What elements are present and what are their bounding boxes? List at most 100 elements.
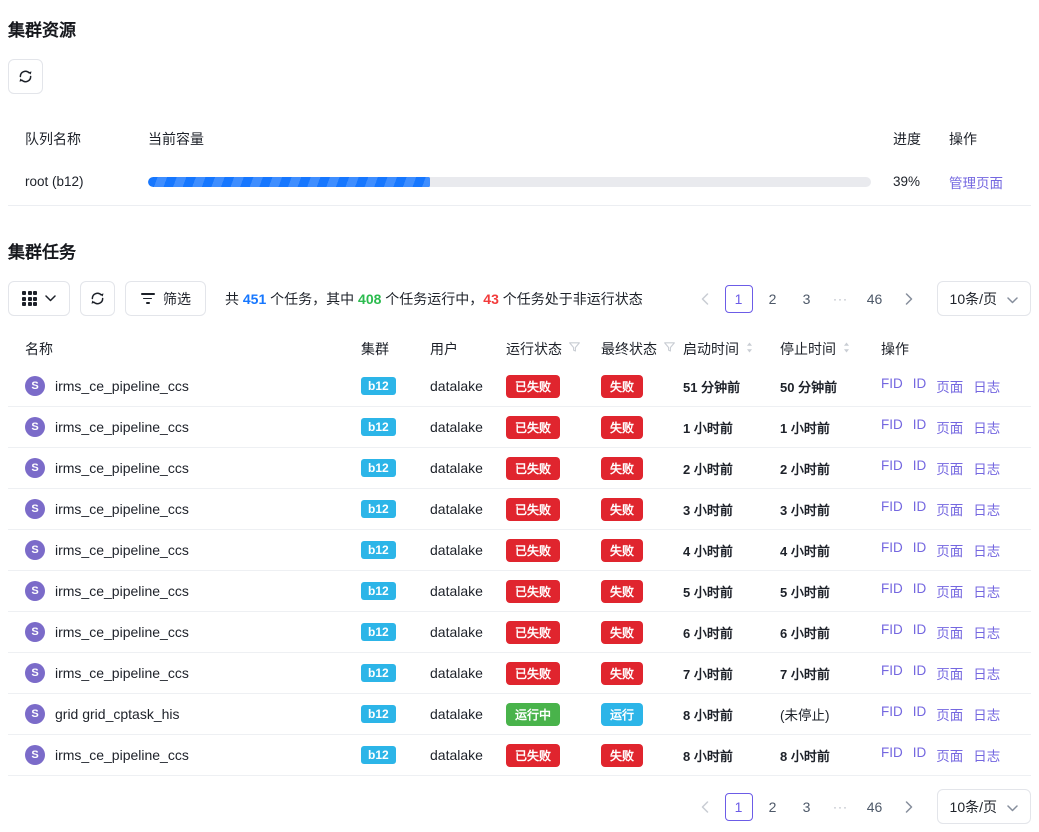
page-link[interactable]: 页面 xyxy=(936,540,963,560)
col-stop-time: 停止时间 xyxy=(780,339,881,359)
cluster-badge: b12 xyxy=(361,623,396,641)
page-ellipsis[interactable]: ··· xyxy=(827,793,855,821)
log-link[interactable]: 日志 xyxy=(973,745,1000,765)
stop-time: 8 小时前 xyxy=(780,746,881,765)
page-size-select[interactable]: 10条/页 xyxy=(937,789,1031,824)
task-name: grid grid_cptask_his xyxy=(55,706,180,722)
id-link[interactable]: ID xyxy=(913,376,927,396)
row-actions: FID ID 页面 日志 xyxy=(881,745,1031,765)
page-button-46[interactable]: 46 xyxy=(861,793,889,821)
summary-nonrunning-count: 43 xyxy=(483,291,499,307)
page-button-3[interactable]: 3 xyxy=(793,285,821,313)
id-link[interactable]: ID xyxy=(913,540,927,560)
fid-link[interactable]: FID xyxy=(881,745,903,765)
grid-icon xyxy=(22,291,37,306)
fid-link[interactable]: FID xyxy=(881,458,903,478)
log-link[interactable]: 日志 xyxy=(973,581,1000,601)
page-link[interactable]: 页面 xyxy=(936,499,963,519)
sort-icon[interactable] xyxy=(842,340,851,358)
avatar: S xyxy=(25,417,45,437)
fid-link[interactable]: FID xyxy=(881,663,903,683)
fid-link[interactable]: FID xyxy=(881,499,903,519)
fid-link[interactable]: FID xyxy=(881,581,903,601)
filter-button[interactable]: 筛选 xyxy=(125,281,206,316)
row-actions: FID ID 页面 日志 xyxy=(881,376,1031,396)
id-link[interactable]: ID xyxy=(913,745,927,765)
page-size-value: 10条/页 xyxy=(950,289,997,309)
page-link[interactable]: 页面 xyxy=(936,376,963,396)
page-link[interactable]: 页面 xyxy=(936,417,963,437)
log-link[interactable]: 日志 xyxy=(973,622,1000,642)
log-link[interactable]: 日志 xyxy=(973,376,1000,396)
run-status-badge: 已失败 xyxy=(506,539,560,562)
id-link[interactable]: ID xyxy=(913,458,927,478)
resources-refresh-button[interactable] xyxy=(8,59,43,94)
manage-page-link[interactable]: 管理页面 xyxy=(949,176,1003,191)
id-link[interactable]: ID xyxy=(913,704,927,724)
capacity-progress-bar xyxy=(148,177,871,187)
final-status-badge: 失败 xyxy=(601,744,643,767)
tasks-summary: 共 451 个任务，其中 408 个任务运行中，43 个任务处于非运行状态 xyxy=(225,289,643,309)
summary-suffix: 个任务处于非运行状态 xyxy=(499,291,643,307)
start-time: 7 小时前 xyxy=(683,664,780,683)
tasks-refresh-button[interactable] xyxy=(80,281,115,316)
log-link[interactable]: 日志 xyxy=(973,704,1000,724)
page-button-1[interactable]: 1 xyxy=(725,793,753,821)
id-link[interactable]: ID xyxy=(913,581,927,601)
prev-page-button[interactable] xyxy=(691,793,719,821)
id-link[interactable]: ID xyxy=(913,499,927,519)
next-page-button[interactable] xyxy=(895,793,923,821)
column-settings-button[interactable] xyxy=(8,281,70,316)
log-link[interactable]: 日志 xyxy=(973,663,1000,683)
next-page-button[interactable] xyxy=(895,285,923,313)
id-link[interactable]: ID xyxy=(913,663,927,683)
log-link[interactable]: 日志 xyxy=(973,540,1000,560)
summary-running-count: 408 xyxy=(358,291,381,307)
log-link[interactable]: 日志 xyxy=(973,499,1000,519)
page-button-46[interactable]: 46 xyxy=(861,285,889,313)
final-status-badge: 失败 xyxy=(601,457,643,480)
table-row: S irms_ce_pipeline_ccs b12 datalake 已失败 … xyxy=(8,366,1031,407)
page-link[interactable]: 页面 xyxy=(936,745,963,765)
prev-page-button[interactable] xyxy=(691,285,719,313)
funnel-filter-icon[interactable] xyxy=(568,341,581,357)
user-cell: datalake xyxy=(430,747,506,763)
page-link[interactable]: 页面 xyxy=(936,622,963,642)
log-link[interactable]: 日志 xyxy=(973,458,1000,478)
task-name: irms_ce_pipeline_ccs xyxy=(55,542,189,558)
avatar: S xyxy=(25,704,45,724)
task-table-body: S irms_ce_pipeline_ccs b12 datalake 已失败 … xyxy=(8,366,1031,776)
page-link[interactable]: 页面 xyxy=(936,581,963,601)
table-row: S grid grid_cptask_his b12 datalake 运行中 … xyxy=(8,694,1031,735)
start-time: 6 小时前 xyxy=(683,623,780,642)
row-actions: FID ID 页面 日志 xyxy=(881,663,1031,683)
id-link[interactable]: ID xyxy=(913,417,927,437)
fid-link[interactable]: FID xyxy=(881,540,903,560)
fid-link[interactable]: FID xyxy=(881,417,903,437)
page-button-3[interactable]: 3 xyxy=(793,793,821,821)
run-status-badge: 已失败 xyxy=(506,457,560,480)
page-ellipsis[interactable]: ··· xyxy=(827,285,855,313)
filter-button-label: 筛选 xyxy=(163,289,191,309)
page-button-2[interactable]: 2 xyxy=(759,285,787,313)
user-cell: datalake xyxy=(430,419,506,435)
pagination-bottom: 1 2 3 ··· 46 10条/页 xyxy=(691,789,1031,824)
id-link[interactable]: ID xyxy=(913,622,927,642)
summary-mid1: 个任务，其中 xyxy=(266,291,358,307)
page-link[interactable]: 页面 xyxy=(936,704,963,724)
row-actions: FID ID 页面 日志 xyxy=(881,622,1031,642)
page-link[interactable]: 页面 xyxy=(936,663,963,683)
page-size-select[interactable]: 10条/页 xyxy=(937,281,1031,316)
run-status-badge: 已失败 xyxy=(506,416,560,439)
fid-link[interactable]: FID xyxy=(881,622,903,642)
fid-link[interactable]: FID xyxy=(881,704,903,724)
page-link[interactable]: 页面 xyxy=(936,458,963,478)
funnel-filter-icon[interactable] xyxy=(663,341,676,357)
row-actions: FID ID 页面 日志 xyxy=(881,704,1031,724)
fid-link[interactable]: FID xyxy=(881,376,903,396)
page-button-1[interactable]: 1 xyxy=(725,285,753,313)
pagination-bottom-wrap: 1 2 3 ··· 46 10条/页 xyxy=(8,789,1031,824)
log-link[interactable]: 日志 xyxy=(973,417,1000,437)
sort-icon[interactable] xyxy=(745,340,754,358)
page-button-2[interactable]: 2 xyxy=(759,793,787,821)
